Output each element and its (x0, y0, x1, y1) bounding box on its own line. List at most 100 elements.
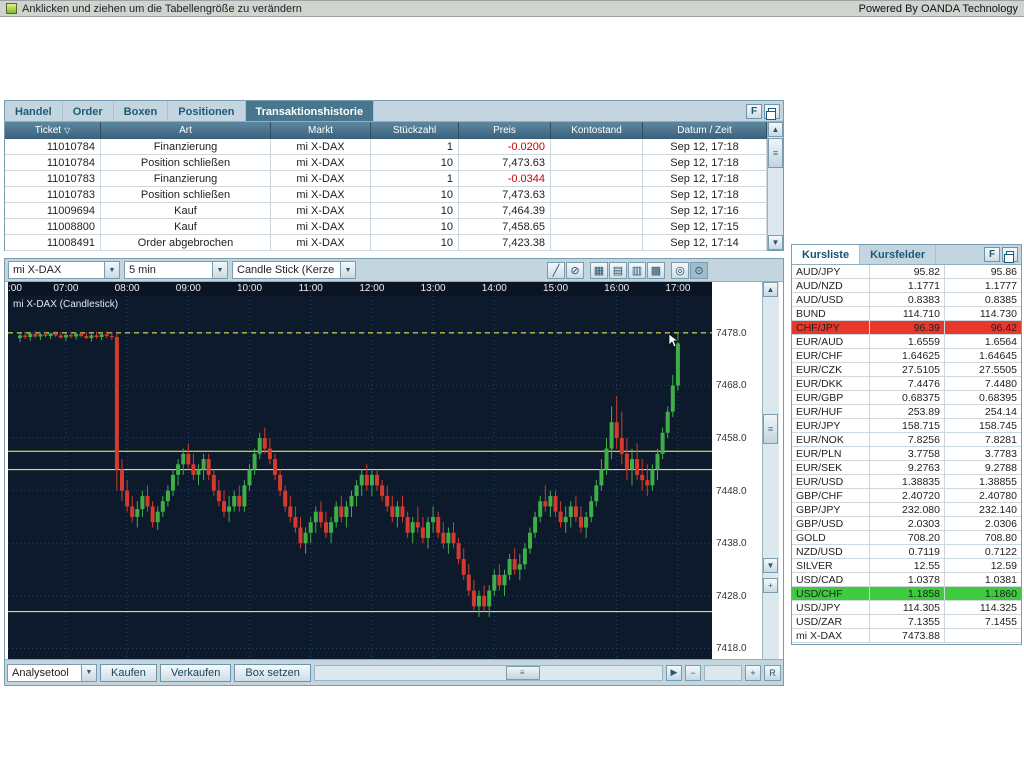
chart-zoom-in-vertical-button[interactable]: + (763, 578, 778, 593)
quote-bid: 7473.88 (870, 629, 945, 642)
restore-window-button[interactable] (1002, 247, 1018, 263)
verkaufen-button[interactable]: Verkaufen (159, 663, 232, 682)
chart-scroll-down-button[interactable]: ▼ (763, 558, 778, 573)
chart-vscrollbar[interactable]: ▲ ≡ ▼ + (762, 282, 779, 659)
chart-hscrollbar[interactable]: ≡ (313, 664, 663, 681)
quote-row[interactable]: AUD/NZD 1.1771 1.1777 (792, 279, 1021, 293)
quote-ask: 232.140 (979, 503, 1017, 516)
grid-style-4-icon[interactable]: ▩ (647, 261, 665, 279)
scrollbar-thumb[interactable]: ≡ (768, 138, 783, 168)
chart-hscroll-thumb[interactable]: ≡ (505, 665, 540, 680)
table-row[interactable]: 11010784 Finanzierung mi X-DAX 1 -0.0200 Sep … (5, 139, 767, 155)
transactions-tabbar: Handel Order Boxen Positionen Transaktio… (5, 101, 783, 122)
quote-row[interactable]: EUR/GBP 0.68375 0.68395 (792, 391, 1021, 405)
table-row[interactable]: 11008491 Order abgebrochen mi X-DAX 10 7,423… (5, 235, 767, 251)
fullscreen-button[interactable]: F (984, 247, 1000, 262)
tab-boxen[interactable]: Boxen (114, 101, 169, 121)
quote-row[interactable]: EUR/NOK 7.8256 7.8281 (792, 433, 1021, 447)
quote-row[interactable]: GBP/CHF 2.40720 2.40780 (792, 489, 1021, 503)
chart-scroll-up-button[interactable]: ▲ (763, 282, 778, 297)
quote-pair: mi X-DAX (792, 629, 870, 642)
draw-line-tool-icon[interactable]: ╱ (547, 261, 565, 279)
quote-row[interactable]: USD/JPY 114.305 114.325 (792, 601, 1021, 615)
table-row[interactable]: 11008800 Kauf mi X-DAX 10 7,458.65 Sep 12, 17… (5, 219, 767, 235)
quote-row[interactable]: mi X-DAX 7473.88 (792, 629, 1021, 643)
interval-select[interactable]: 5 min ▼ (124, 261, 228, 279)
quote-row[interactable]: AUD/USD 0.8383 0.8385 (792, 293, 1021, 307)
quote-row[interactable]: SILVER 12.55 12.59 (792, 559, 1021, 573)
quote-row[interactable]: EUR/HUF 253.89 254.14 (792, 405, 1021, 419)
quote-row[interactable]: EUR/DKK 7.4476 7.4480 (792, 377, 1021, 391)
column-kontostand[interactable]: Kontostand (551, 122, 643, 139)
box-setzen-button[interactable]: Box setzen (234, 663, 311, 682)
quote-row[interactable]: EUR/CZK 27.5105 27.5505 (792, 363, 1021, 377)
column-art[interactable]: Art (101, 122, 271, 139)
column-stueckzahl[interactable]: Stückzahl (371, 122, 459, 139)
erase-drawings-tool-icon[interactable]: ⊘ (566, 261, 584, 279)
filter-icon[interactable]: ▽ (64, 126, 70, 135)
grid-style-2-icon[interactable]: ▤ (609, 261, 627, 279)
quote-row[interactable]: GBP/USD 2.0303 2.0306 (792, 517, 1021, 531)
quote-row[interactable]: CHF/JPY 96.39 96.42 (792, 321, 1021, 335)
quote-row[interactable]: EUR/JPY 158.715 158.745 (792, 419, 1021, 433)
tab-positionen[interactable]: Positionen (168, 101, 246, 121)
quote-row[interactable]: USD/CHF 1.1858 1.1860 (792, 587, 1021, 601)
column-markt[interactable]: Markt (271, 122, 371, 139)
grid-style-3-icon[interactable]: ▥ (628, 261, 646, 279)
quote-row[interactable]: EUR/AUD 1.6559 1.6564 (792, 335, 1021, 349)
table-row[interactable]: 11010783 Position schließen mi X-DAX 10 7,47… (5, 187, 767, 203)
quote-bid: 232.080 (870, 503, 945, 516)
quote-row[interactable]: EUR/SEK 9.2763 9.2788 (792, 461, 1021, 475)
kaufen-button[interactable]: Kaufen (100, 663, 157, 682)
quote-row[interactable]: BUND 114.710 114.730 (792, 307, 1021, 321)
tab-transaktionshistorie[interactable]: Transaktionshistorie (245, 101, 375, 121)
table-row[interactable]: 11010784 Position schließen mi X-DAX 10 7,47… (5, 155, 767, 171)
quote-row[interactable]: EUR/PLN 3.7758 3.7783 (792, 447, 1021, 461)
chart-scroll-right-button[interactable]: ▶ (666, 664, 682, 681)
quote-row[interactable]: AUD/JPY 95.82 95.86 (792, 265, 1021, 279)
quote-pair: USD/CAD (792, 573, 870, 586)
chart-zoom-track[interactable] (704, 664, 742, 681)
table-row[interactable]: 11010783 Finanzierung mi X-DAX 1 -0.0344 Sep … (5, 171, 767, 187)
quote-row[interactable]: GOLD 708.20 708.80 (792, 531, 1021, 545)
crosshair-toggle-icon[interactable]: ◎ (671, 261, 689, 279)
chart-reset-button[interactable]: R (764, 664, 781, 681)
cell-datum: Sep 12, 17:18 (643, 187, 767, 202)
scroll-down-button[interactable]: ▼ (768, 235, 783, 250)
chart-zoom-in-button[interactable]: + (745, 664, 761, 681)
quote-row[interactable]: USD/CAD 1.0378 1.0381 (792, 573, 1021, 587)
analysetool-select[interactable]: Analysetool ▼ (7, 663, 97, 682)
pointer-toggle-icon[interactable]: ⊙ (690, 261, 708, 279)
scroll-up-button[interactable]: ▲ (768, 122, 783, 137)
quote-row[interactable]: NZD/USD 0.7119 0.7122 (792, 545, 1021, 559)
chart-plot-area[interactable]: mi X-DAX (Candlestick) (8, 296, 712, 659)
transactions-scrollbar[interactable]: ▲ ≡ ▼ (767, 122, 783, 250)
chevron-down-icon: ▼ (340, 262, 355, 278)
chart-type-select-value: Candle Stick (Kerze (237, 264, 335, 276)
tab-kursliste[interactable]: Kursliste (792, 245, 861, 264)
chart-type-select[interactable]: Candle Stick (Kerze ▼ (232, 261, 356, 279)
time-tick-label: 13:00 (420, 283, 446, 294)
chart-vscroll-thumb[interactable]: ≡ (763, 414, 778, 444)
chart-zoom-out-button[interactable]: − (685, 664, 701, 681)
tab-kursfelder[interactable]: Kursfelder (860, 245, 937, 264)
fullscreen-button[interactable]: F (746, 103, 762, 119)
quote-row[interactable]: EUR/USD 1.38835 1.38855 (792, 475, 1021, 489)
table-row[interactable]: 11009694 Kauf mi X-DAX 10 7,464.39 Sep 12, 17… (5, 203, 767, 219)
market-select-value: mi X-DAX (13, 264, 62, 276)
cell-markt: mi X-DAX (271, 219, 371, 234)
tab-handel[interactable]: Handel (5, 101, 63, 121)
time-tick-label: 14:00 (481, 283, 507, 294)
resize-hint-icon (6, 3, 17, 14)
column-preis[interactable]: Preis (459, 122, 551, 139)
tab-order[interactable]: Order (63, 101, 114, 121)
column-datum-zeit[interactable]: Datum / Zeit (643, 122, 767, 139)
market-select[interactable]: mi X-DAX ▼ (8, 261, 120, 279)
quotes-panel: Kursliste Kursfelder F AUD/JPY 95.82 95.86… (791, 244, 1022, 645)
restore-window-button[interactable] (764, 103, 780, 120)
quote-row[interactable]: USD/ZAR 7.1355 7.1455 (792, 615, 1021, 629)
quote-row[interactable]: EUR/CHF 1.64625 1.64645 (792, 349, 1021, 363)
quote-row[interactable]: GBP/JPY 232.080 232.140 (792, 503, 1021, 517)
column-ticket[interactable]: Ticket ▽ (5, 122, 101, 139)
grid-style-1-icon[interactable]: ▦ (590, 261, 608, 279)
